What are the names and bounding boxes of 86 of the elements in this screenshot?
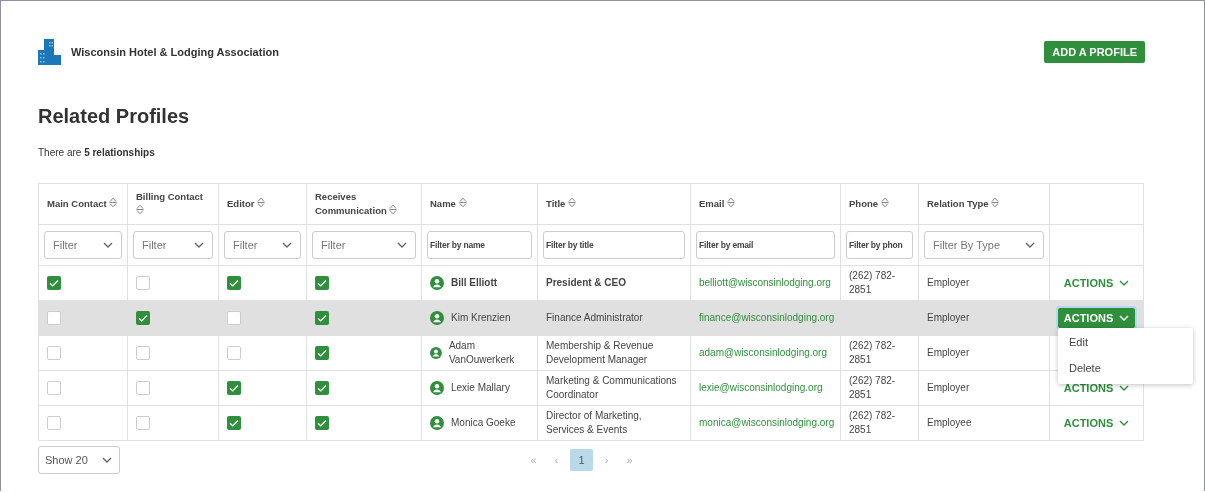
relation-type: Employee [927,416,972,428]
sort-icon[interactable] [568,197,576,209]
checked-checkbox[interactable] [227,381,241,395]
menu-item[interactable]: Edit [1058,330,1193,356]
person-name: Adam VanOuwerkerk [448,338,516,367]
sort-icon[interactable] [257,197,266,209]
filter-dropdown[interactable]: Filter By Type [924,231,1044,259]
checked-checkbox[interactable] [47,276,61,290]
chevron-down-icon [1119,280,1130,286]
relation-type: Employer [927,276,970,288]
relationship-count: There are 5 relationships [38,147,156,158]
filter-dropdown[interactable]: Filter [133,231,213,259]
next-page-button[interactable]: › [597,449,616,471]
filter-field[interactable]: Filter by title [543,231,685,259]
chevron-down-icon [1119,315,1130,321]
user-avatar-icon [430,276,444,290]
checkbox[interactable] [136,276,150,290]
job-title: Membership & Revenue Development Manager [546,339,654,365]
job-title: Finance Administrator [546,311,643,323]
previous-page-button[interactable]: ‹ [547,449,566,471]
chevron-down-icon [1025,242,1035,248]
checked-checkbox[interactable] [227,276,241,290]
checkbox[interactable] [227,311,241,325]
phone-number: (262) 782-2851 [849,409,896,435]
user-avatar-icon [430,381,444,395]
person-name: Kim Krenzien [451,310,511,325]
phone-number: (262) 782-2851 [849,269,896,295]
checked-checkbox[interactable] [136,311,150,325]
checked-checkbox[interactable] [227,416,241,430]
add-profile-button[interactable]: ADD A PROFILE [1044,41,1145,63]
relation-type: Employer [927,381,970,393]
job-title: President & CEO [546,276,627,288]
chevron-down-icon [103,242,113,248]
chevron-down-icon [194,242,204,248]
phone-number: (262) 782-2851 [849,374,896,400]
filter-field[interactable]: Filter by email [696,231,835,259]
actions-button[interactable]: ACTIONS [1057,308,1136,328]
page-title: Related Profiles [38,105,191,128]
checkbox[interactable] [136,346,150,360]
sort-icon[interactable] [880,197,889,209]
checked-checkbox[interactable] [315,311,329,325]
first-page-button[interactable]: « [524,449,543,471]
filter-dropdown[interactable]: Filter [44,231,122,259]
filter-field[interactable]: Filter by name [427,231,532,259]
relation-type: Employer [927,346,970,358]
checkbox[interactable] [227,346,241,360]
checked-checkbox[interactable] [315,346,329,360]
checkbox[interactable] [47,416,61,430]
sort-icon[interactable] [727,197,735,209]
relation-type: Employer [927,311,970,323]
checked-checkbox[interactable] [315,416,329,430]
sort-icon[interactable] [109,197,118,209]
filter-field[interactable]: Filter by phon [846,231,913,259]
chevron-down-icon [397,242,407,248]
checked-checkbox[interactable] [315,276,329,290]
checkbox[interactable] [47,346,61,360]
checkbox[interactable] [136,381,150,395]
buildings-logo-icon [38,39,61,65]
checked-checkbox[interactable] [315,381,329,395]
user-avatar-icon [430,311,444,325]
menu-item[interactable]: Delete [1058,355,1193,382]
sort-icon[interactable] [136,203,144,215]
chevron-down-icon [1119,420,1130,426]
filter-dropdown[interactable]: Filter [312,231,416,259]
job-title: Marketing & Communications Coordinator [546,374,677,400]
last-page-button[interactable]: » [620,449,639,471]
person-name: Monica Goeke [451,415,516,430]
checkbox[interactable] [47,381,61,395]
page-button[interactable]: 1 [570,449,593,471]
filter-dropdown[interactable]: Filter [224,231,301,259]
phone-number: (262) 782-2851 [849,339,896,365]
person-name: Lexie Mallary [451,380,510,395]
organization-name: Wisconsin Hotel & Lodging Association [71,46,279,58]
checkbox[interactable] [47,311,61,325]
person-name: Bill Elliott [451,275,498,290]
chevron-down-icon [282,242,292,248]
checkbox[interactable] [136,416,150,430]
sort-icon[interactable] [389,203,398,215]
job-title: Director of Marketing, Services & Events [546,409,642,435]
chevron-down-icon [101,457,112,463]
sort-icon[interactable] [458,197,467,209]
page-size-dropdown[interactable]: Show 20 [38,446,120,474]
chevron-down-icon [1119,385,1130,391]
sort-icon[interactable] [991,197,1000,209]
user-avatar-icon [430,416,444,430]
user-avatar-icon [430,346,442,360]
